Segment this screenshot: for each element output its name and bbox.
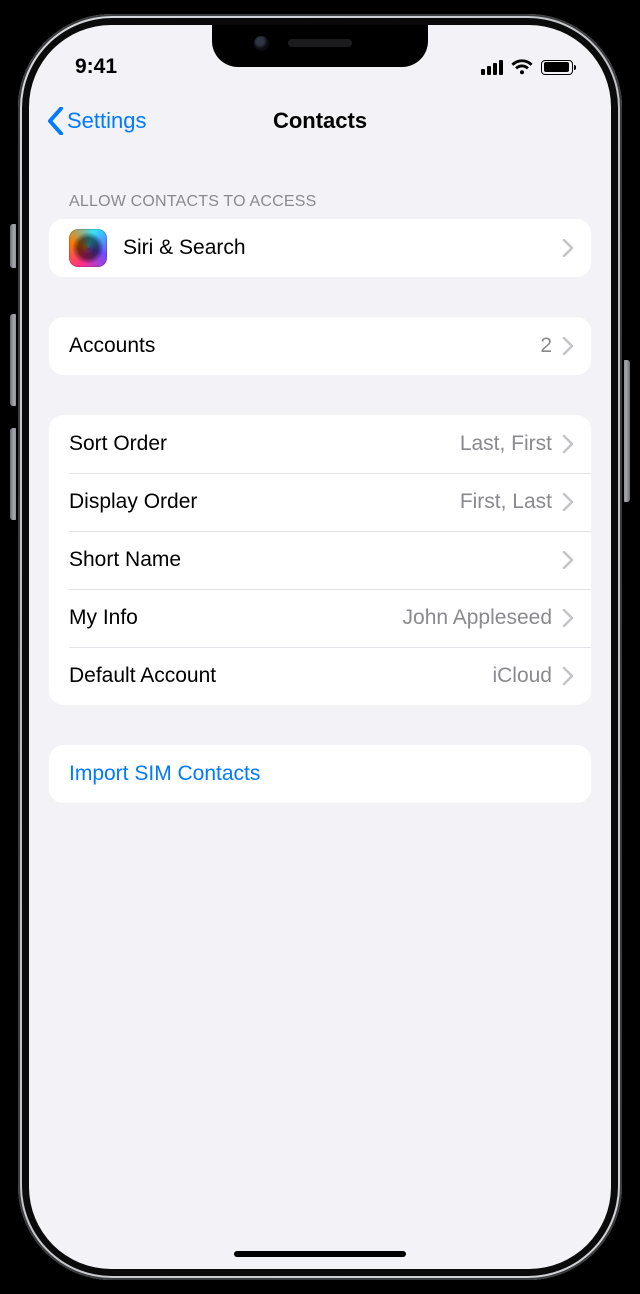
row-value: First, Last	[460, 490, 552, 514]
content: ALLOW CONTACTS TO ACCESS Siri & Search A…	[29, 173, 611, 1269]
cellular-icon	[481, 59, 503, 75]
phone-frame: 9:41 Settings Contacts	[18, 14, 622, 1280]
row-short-name[interactable]: Short Name	[49, 531, 591, 589]
home-indicator[interactable]	[234, 1251, 406, 1257]
row-my-info[interactable]: My Info John Appleseed	[49, 589, 591, 647]
chevron-right-icon	[562, 435, 573, 453]
group-import: Import SIM Contacts	[49, 745, 591, 803]
navigation-bar: Settings Contacts	[29, 89, 611, 153]
chevron-right-icon	[562, 609, 573, 627]
group-preferences: Sort Order Last, First Display Order Fir…	[49, 415, 591, 705]
siri-icon	[69, 229, 107, 267]
volume-up-button[interactable]	[10, 314, 18, 406]
group-access: Siri & Search	[49, 219, 591, 277]
row-sort-order[interactable]: Sort Order Last, First	[49, 415, 591, 473]
row-label: Siri & Search	[123, 236, 246, 260]
row-display-order[interactable]: Display Order First, Last	[49, 473, 591, 531]
row-default-account[interactable]: Default Account iCloud	[49, 647, 591, 705]
battery-icon	[541, 60, 573, 75]
row-value: iCloud	[492, 664, 552, 688]
row-siri-search[interactable]: Siri & Search	[49, 219, 591, 277]
back-button[interactable]: Settings	[29, 107, 147, 135]
back-label: Settings	[67, 108, 147, 134]
silence-switch[interactable]	[10, 224, 18, 268]
row-accounts[interactable]: Accounts 2	[49, 317, 591, 375]
row-value: John Appleseed	[403, 606, 552, 630]
chevron-right-icon	[562, 337, 573, 355]
status-right	[481, 59, 573, 75]
speaker-grille	[288, 39, 352, 47]
front-camera	[254, 36, 269, 51]
row-label: Display Order	[69, 490, 197, 514]
chevron-right-icon	[562, 667, 573, 685]
volume-down-button[interactable]	[10, 428, 18, 520]
row-value: 2	[540, 334, 552, 358]
chevron-right-icon	[562, 493, 573, 511]
status-time: 9:41	[75, 55, 117, 79]
row-label: Sort Order	[69, 432, 167, 456]
row-value: Last, First	[460, 432, 552, 456]
row-label: Short Name	[69, 548, 181, 572]
row-label: Accounts	[69, 334, 155, 358]
notch	[212, 25, 428, 67]
power-button[interactable]	[622, 360, 630, 502]
wifi-icon	[511, 59, 533, 75]
row-import-sim-contacts[interactable]: Import SIM Contacts	[49, 745, 591, 803]
chevron-right-icon	[562, 551, 573, 569]
chevron-left-icon	[47, 107, 64, 135]
row-label: Import SIM Contacts	[69, 762, 260, 786]
section-header-access: ALLOW CONTACTS TO ACCESS	[49, 173, 591, 219]
chevron-right-icon	[562, 239, 573, 257]
screen: 9:41 Settings Contacts	[29, 25, 611, 1269]
group-accounts: Accounts 2	[49, 317, 591, 375]
row-label: Default Account	[69, 664, 216, 688]
row-label: My Info	[69, 606, 138, 630]
